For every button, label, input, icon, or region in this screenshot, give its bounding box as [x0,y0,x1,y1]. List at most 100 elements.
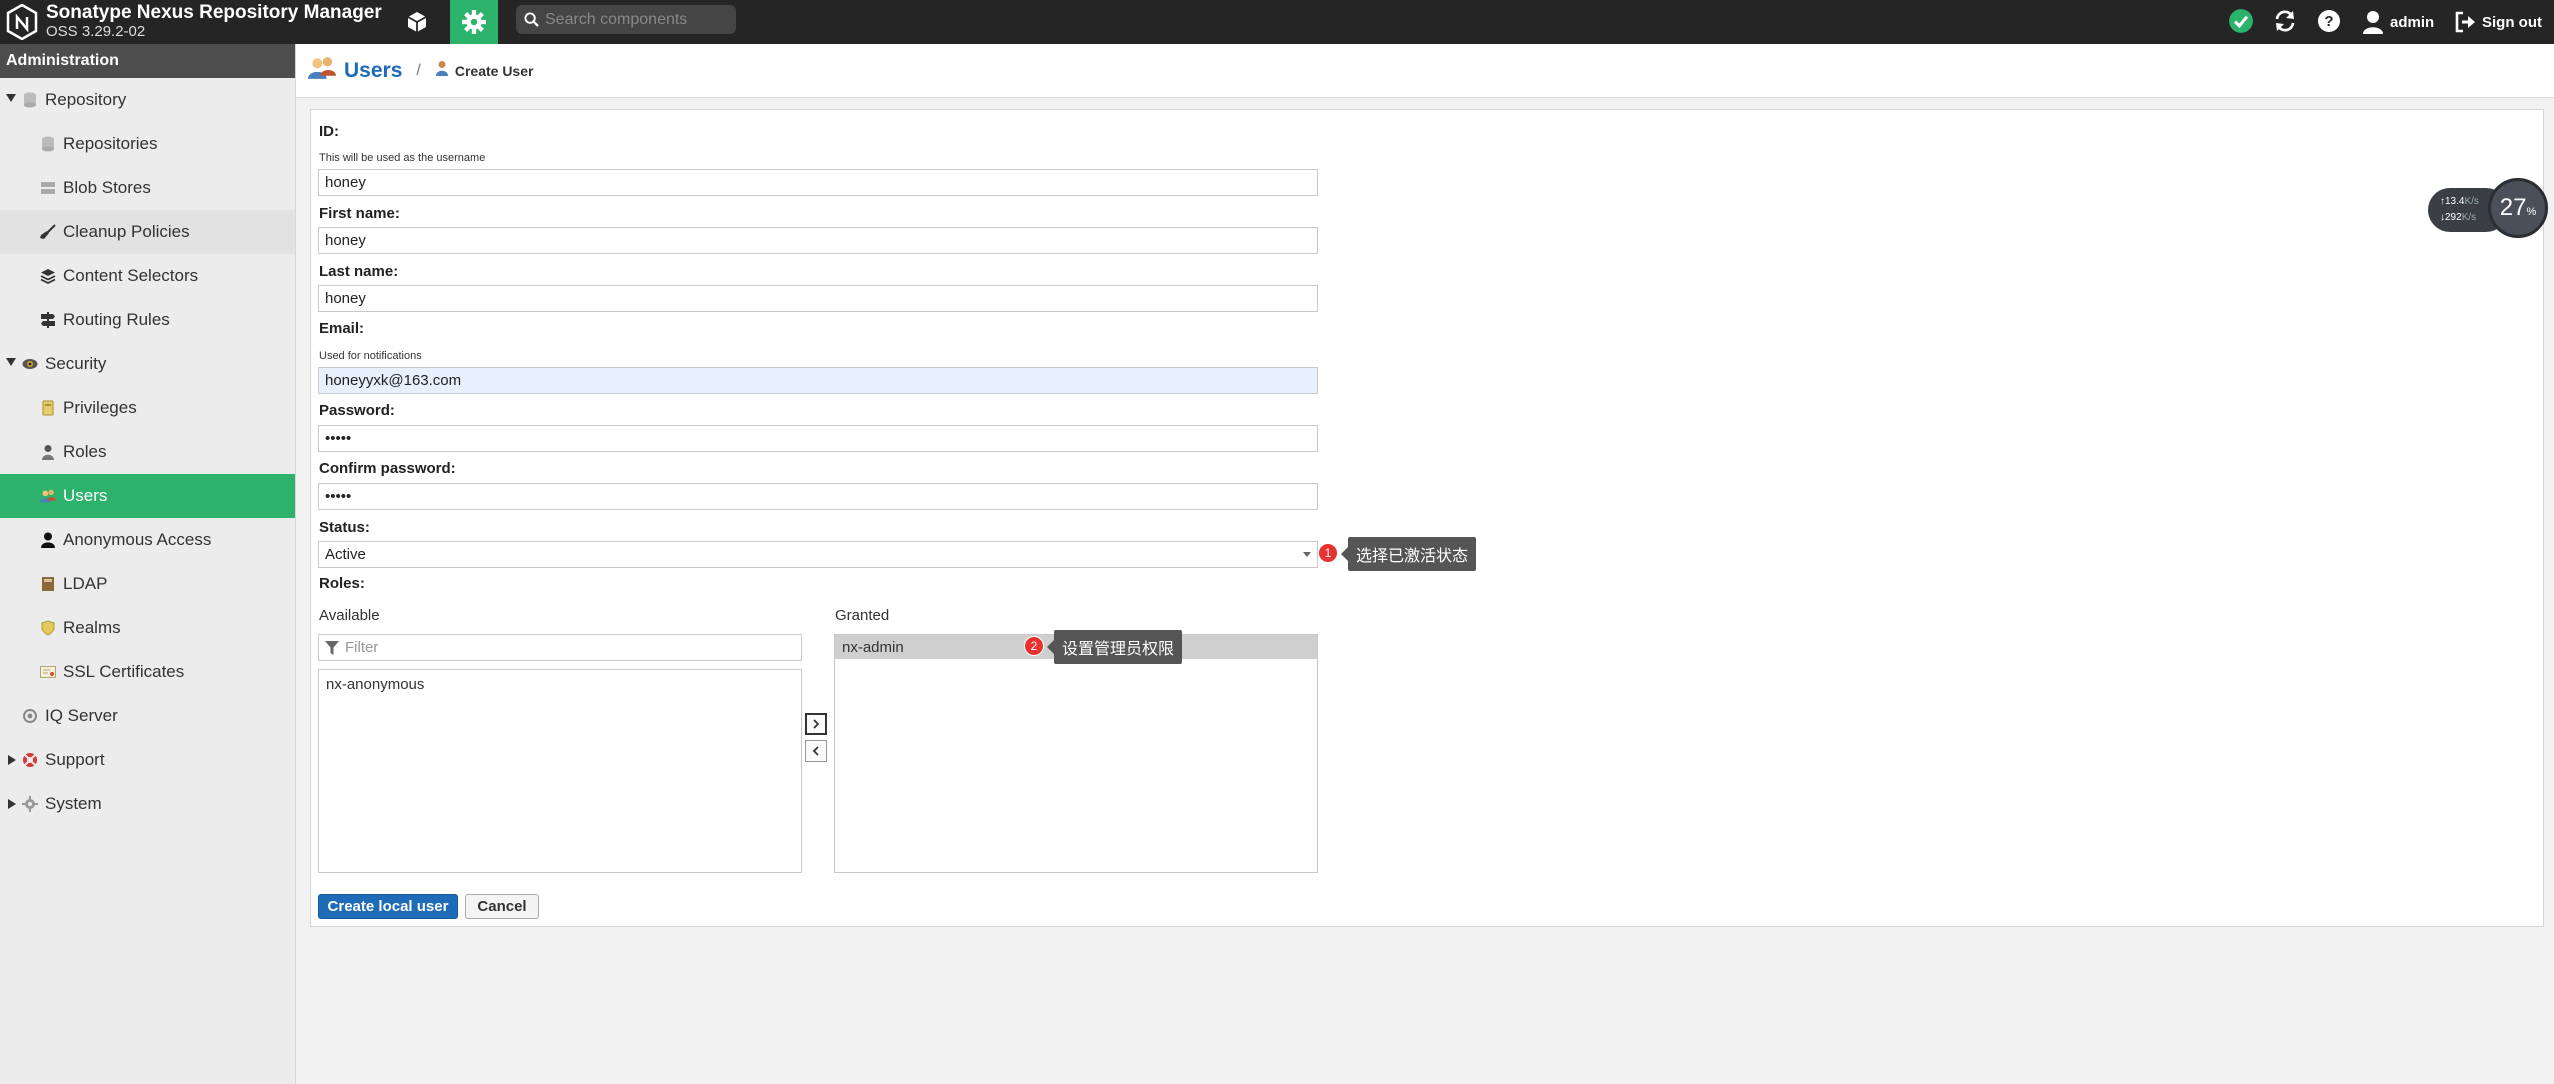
sidebar-item-label: Routing Rules [63,310,170,329]
id-input[interactable] [318,169,1318,196]
last-name-input[interactable] [318,285,1318,312]
sidebar-item-label: Repositories [63,134,158,153]
users-icon [308,55,336,86]
sidebar-heading: Administration [0,44,295,78]
check-circle-icon [2229,9,2253,33]
sidebar-item-privileges[interactable]: Privileges [0,386,295,430]
sidebar-item-iq-server[interactable]: IQ Server [0,694,295,738]
admin-mode-button[interactable] [450,0,498,52]
certificate-icon [40,664,56,680]
caret-down-icon[interactable] [6,358,16,366]
sidebar-item-cleanup-policies[interactable]: Cleanup Policies [0,210,295,254]
first-name-label: First name: [319,205,400,222]
caret-down-icon[interactable] [6,94,16,102]
annotation-tooltip-1: 选择已激活状态 [1340,537,1477,571]
sidebar-item-realms[interactable]: Realms [0,606,295,650]
sidebar-item-label: Support [45,750,105,769]
sidebar-item-content-selectors[interactable]: Content Selectors [0,254,295,298]
help-button[interactable]: ? [2314,6,2344,36]
breadcrumb: Users / Create User [296,44,2554,98]
database-icon [22,92,38,108]
breadcrumb-users-link[interactable]: Users [344,59,402,83]
caret-right-icon[interactable] [8,799,16,809]
sign-out-button[interactable]: Sign out [2454,0,2542,44]
cpu-percent: 27 [2499,194,2527,221]
sidebar-item-routing-rules[interactable]: Routing Rules [0,298,295,342]
signpost-icon [40,312,56,328]
sidebar-item-label: Users [63,486,108,505]
annotation-badge-2: 2 [1024,636,1044,656]
user-menu[interactable]: admin [2362,0,2434,44]
server-icon [40,180,56,196]
password-label: Password: [319,402,395,419]
chevron-down-icon[interactable] [1303,552,1311,557]
badge-icon [40,400,56,416]
password-input[interactable]: ••••• [318,425,1318,452]
sign-out-label: Sign out [2482,13,2542,31]
user-icon [435,60,449,81]
breadcrumb-separator: / [416,61,421,79]
nexus-logo-icon [6,4,38,40]
sidebar-item-ldap[interactable]: LDAP [0,562,295,606]
breadcrumb-current: Create User [454,62,534,79]
create-user-form: ID: This will be used as the username Fi… [310,109,2544,927]
sidebar-item-label: IQ Server [45,706,118,725]
cube-icon [407,12,427,32]
role-filter-input[interactable] [345,639,785,656]
email-label: Email: [319,320,365,337]
cpu-usage-circle: 27% [2488,178,2548,238]
sidebar-item-label: SSL Certificates [63,662,185,681]
user-icon [40,532,56,548]
annotation-tooltip-2: 设置管理员权限 [1046,630,1183,664]
sidebar-item-repository[interactable]: Repository [0,78,295,122]
sidebar-item-label: Realms [63,618,121,637]
caret-right-icon[interactable] [8,755,16,765]
brand[interactable]: Sonatype Nexus Repository Manager OSS 3.… [6,2,382,42]
refresh-button[interactable] [2270,6,2300,36]
sidebar-item-support[interactable]: Support [0,738,295,782]
cog-icon [22,796,38,812]
book-icon [40,576,56,592]
sidebar-item-users[interactable]: Users [0,474,295,518]
network-speed-widget[interactable]: ↑13.4K/s ↓292K/s 27% [2428,178,2550,238]
shield-icon [40,620,56,636]
filter-icon [325,640,339,655]
sidebar-item-ssl-certificates[interactable]: SSL Certificates [0,650,295,694]
lifebuoy-icon [22,752,38,768]
sidebar-item-system[interactable]: System [0,782,295,826]
broom-icon [40,224,56,240]
eye-icon [22,356,38,372]
email-input[interactable] [318,367,1318,394]
gear-icon [462,10,486,34]
available-roles-label: Available [319,607,380,624]
email-help-text: Used for notifications [319,350,422,362]
first-name-input[interactable] [318,227,1318,254]
sidebar-item-anonymous-access[interactable]: Anonymous Access [0,518,295,562]
role-filter-box[interactable] [318,634,802,661]
layers-icon [40,268,56,284]
cancel-button[interactable]: Cancel [465,894,539,919]
browse-mode-button[interactable] [398,0,436,44]
user-icon [2363,11,2383,34]
sidebar-item-blob-stores[interactable]: Blob Stores [0,166,295,210]
search-input[interactable] [545,10,725,29]
sidebar-item-repositories[interactable]: Repositories [0,122,295,166]
sidebar-item-label: Security [45,354,107,373]
search-box[interactable] [516,5,736,34]
refresh-icon [2275,10,2295,32]
app-title: Sonatype Nexus Repository Manager [46,2,382,24]
sidebar-item-security[interactable]: Security [0,342,295,386]
create-local-user-button[interactable]: Create local user [318,894,458,919]
sidebar-item-roles[interactable]: Roles [0,430,295,474]
user-role-icon [40,444,56,460]
sidebar-item-label: Anonymous Access [63,530,212,549]
status-select[interactable]: Active [318,541,1318,568]
available-roles-list[interactable]: nx-anonymous [318,669,802,873]
remove-role-button[interactable] [805,740,827,762]
system-status-button[interactable] [2226,6,2256,36]
confirm-password-input[interactable]: ••••• [318,483,1318,510]
sidebar-item-label: Repository [45,90,127,109]
list-item[interactable]: nx-anonymous [319,672,801,696]
granted-roles-list[interactable]: nx-admin [834,634,1318,873]
add-role-button[interactable] [805,713,827,735]
